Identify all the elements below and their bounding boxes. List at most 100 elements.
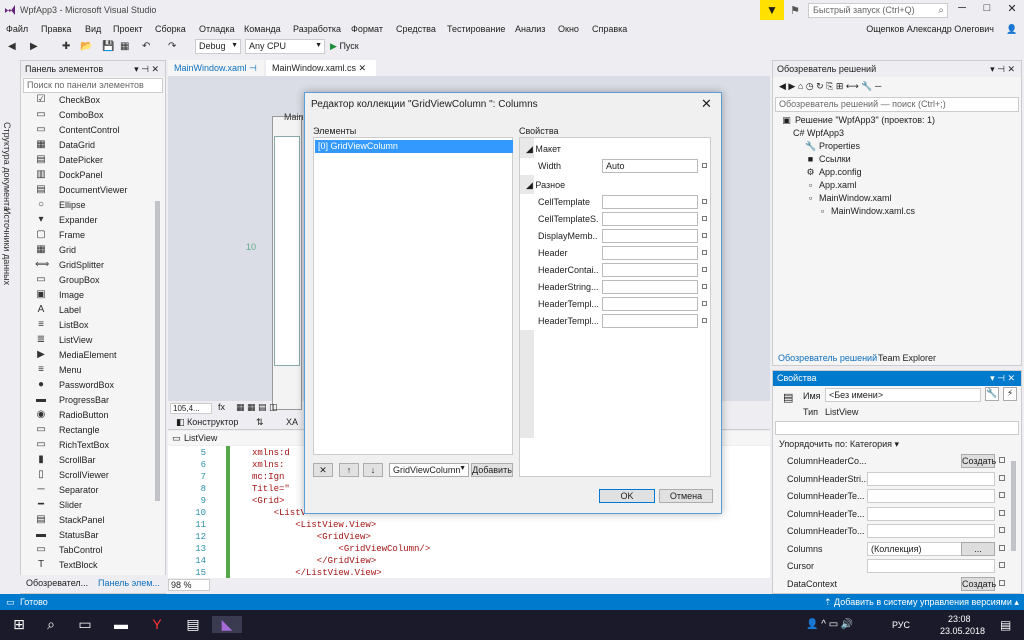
toolbox-item[interactable]: ≡ Menu: [21, 363, 165, 378]
property-row[interactable]: DataContext Создать: [787, 576, 1017, 592]
property-value[interactable]: [602, 212, 698, 226]
property-marker[interactable]: [702, 250, 707, 255]
property-marker[interactable]: [999, 527, 1005, 533]
menu-edit[interactable]: Правка: [41, 24, 71, 34]
events-icon[interactable]: ⚡: [1003, 387, 1017, 401]
toolbox-item[interactable]: ▾ Expander: [21, 213, 165, 228]
add-button[interactable]: Добавить: [471, 463, 513, 477]
explorer-icon[interactable]: ▬: [106, 616, 136, 632]
designer-listview[interactable]: [274, 136, 300, 366]
redo-icon[interactable]: ↷: [168, 41, 176, 52]
property-button[interactable]: Создать: [961, 576, 996, 591]
property-value[interactable]: Auto: [602, 159, 698, 173]
pin-icon[interactable]: ⊣: [249, 63, 257, 73]
toolbox-item[interactable]: A Label: [21, 303, 165, 318]
start-button[interactable]: ▶ Пуск: [330, 41, 359, 52]
undo-icon[interactable]: ↶: [142, 41, 150, 52]
toolbox-item[interactable]: ▭ Rectangle: [21, 423, 165, 438]
code-line[interactable]: 11 <ListView.View>: [168, 520, 770, 532]
tab-solution-explorer[interactable]: Обозревател...: [26, 578, 88, 588]
user-name[interactable]: Ощепков Александр Олегович: [866, 24, 994, 34]
tray-icons[interactable]: 👤 ^ ▭ 🔊: [806, 619, 853, 630]
property-value[interactable]: [602, 280, 698, 294]
dialog-close-icon[interactable]: ✕: [701, 96, 712, 112]
toolbox-item[interactable]: ▥ DockPanel: [21, 168, 165, 183]
property-value[interactable]: [867, 506, 995, 521]
property-row[interactable]: Header: [520, 245, 710, 262]
property-row[interactable]: HeaderTempl...: [520, 296, 710, 313]
user-avatar-icon[interactable]: 👤: [1006, 24, 1017, 35]
toolbox-item[interactable]: ▶ MediaElement: [21, 348, 165, 363]
property-row[interactable]: ColumnHeaderTe...: [787, 506, 1017, 522]
property-marker[interactable]: [702, 284, 707, 289]
delete-button[interactable]: ✕: [313, 463, 333, 477]
menu-team[interactable]: Команда: [244, 24, 281, 34]
save-all-icon[interactable]: ▦: [120, 41, 129, 52]
toolbox-item[interactable]: T TextBlock: [21, 558, 165, 573]
toolbox-item[interactable]: ▦ Grid: [21, 243, 165, 258]
yandex-browser-icon[interactable]: Y: [142, 616, 172, 632]
toolbox-item[interactable]: ▤ DocumentViewer: [21, 183, 165, 198]
property-button[interactable]: Создать: [961, 454, 996, 468]
menu-window[interactable]: Окно: [558, 24, 579, 34]
pin-icon[interactable]: ▾ ⊣ ✕: [990, 373, 1015, 384]
forward-icon[interactable]: ▶: [30, 41, 38, 52]
toolbox-item[interactable]: ▤ DatePicker: [21, 153, 165, 168]
language-indicator[interactable]: РУС: [892, 620, 910, 630]
property-marker[interactable]: [702, 233, 707, 238]
doc-outline-tab[interactable]: Структура документа: [2, 122, 12, 211]
back-icon[interactable]: ◀: [8, 41, 16, 52]
property-marker[interactable]: [999, 562, 1005, 568]
property-marker[interactable]: [999, 544, 1005, 551]
toolbox-item[interactable]: ▭ TabControl: [21, 543, 165, 558]
toolbox-item[interactable]: ▬ StatusBar: [21, 528, 165, 543]
grid-icon[interactable]: ▦ ▦ ▤ ◫: [236, 402, 278, 413]
sort-dropdown[interactable]: Упорядочить по: Категория ▾: [779, 439, 899, 450]
property-value[interactable]: [602, 246, 698, 260]
menu-format[interactable]: Формат: [351, 24, 383, 34]
toolbox-item[interactable]: ▬ ProgressBar: [21, 393, 165, 408]
property-button[interactable]: ...: [961, 541, 995, 556]
property-marker[interactable]: [702, 163, 707, 168]
property-value[interactable]: [867, 489, 995, 503]
toolbox-item[interactable]: ▮ ScrollBar: [21, 453, 165, 468]
toolbox-item[interactable]: ▯ ScrollViewer: [21, 468, 165, 483]
search-icon[interactable]: ⌕: [36, 616, 66, 633]
windows-start-icon[interactable]: ⊞: [4, 616, 34, 633]
property-row[interactable]: Columns (Коллекция)...: [787, 541, 1017, 557]
swap-icon[interactable]: ⇅: [256, 417, 264, 428]
notifications-icon[interactable]: ⚑: [790, 4, 800, 17]
toolbox-scrollbar[interactable]: [155, 201, 160, 501]
pin-icon[interactable]: ▾ ⊣ ✕: [134, 64, 159, 75]
menu-help[interactable]: Справка: [592, 24, 627, 34]
name-input[interactable]: <Без имени>: [825, 388, 981, 402]
menu-analyze[interactable]: Анализ: [515, 24, 545, 34]
new-project-icon[interactable]: ✚: [62, 41, 70, 52]
tree-item[interactable]: ▫ App.xaml: [805, 180, 857, 193]
tab-team-explorer[interactable]: Team Explorer: [878, 353, 936, 363]
property-value[interactable]: [602, 195, 698, 209]
toolbox-item[interactable]: ☑ CheckBox: [21, 93, 165, 108]
property-marker[interactable]: [999, 509, 1005, 516]
menu-file[interactable]: Файл: [6, 24, 28, 34]
menu-build[interactable]: Сборка: [155, 24, 186, 34]
properties-scrollbar[interactable]: [1011, 461, 1016, 551]
property-marker[interactable]: [702, 267, 707, 272]
tree-item[interactable]: ▫ MainWindow.xaml: [805, 193, 892, 206]
tab-mainwindow-xaml[interactable]: MainWindow.xaml ⊣: [168, 60, 264, 76]
property-row[interactable]: HeaderString...: [520, 279, 710, 296]
tab-mainwindow-cs[interactable]: MainWindow.xaml.cs ✕: [266, 60, 376, 76]
code-line[interactable]: 13 <GridViewColumn/>: [168, 544, 770, 556]
property-marker[interactable]: [702, 216, 707, 221]
menu-tools[interactable]: Средства: [396, 24, 436, 34]
toolbox-item[interactable]: ▦ DataGrid: [21, 138, 165, 153]
property-row[interactable]: ColumnHeaderStri...: [787, 471, 1017, 487]
visual-studio-icon[interactable]: ◣: [212, 616, 242, 633]
tab-designer[interactable]: ◧ Конструктор: [176, 417, 238, 428]
elements-list[interactable]: [0] GridViewColumn: [313, 137, 513, 455]
move-down-button[interactable]: ↓: [363, 463, 383, 477]
tree-item[interactable]: C# WpfApp3: [793, 128, 844, 141]
item-type-select[interactable]: GridViewColumn ▼: [389, 463, 469, 477]
filter-icon[interactable]: ▼: [760, 0, 784, 20]
toolbox-item[interactable]: ◉ RadioButton: [21, 408, 165, 423]
